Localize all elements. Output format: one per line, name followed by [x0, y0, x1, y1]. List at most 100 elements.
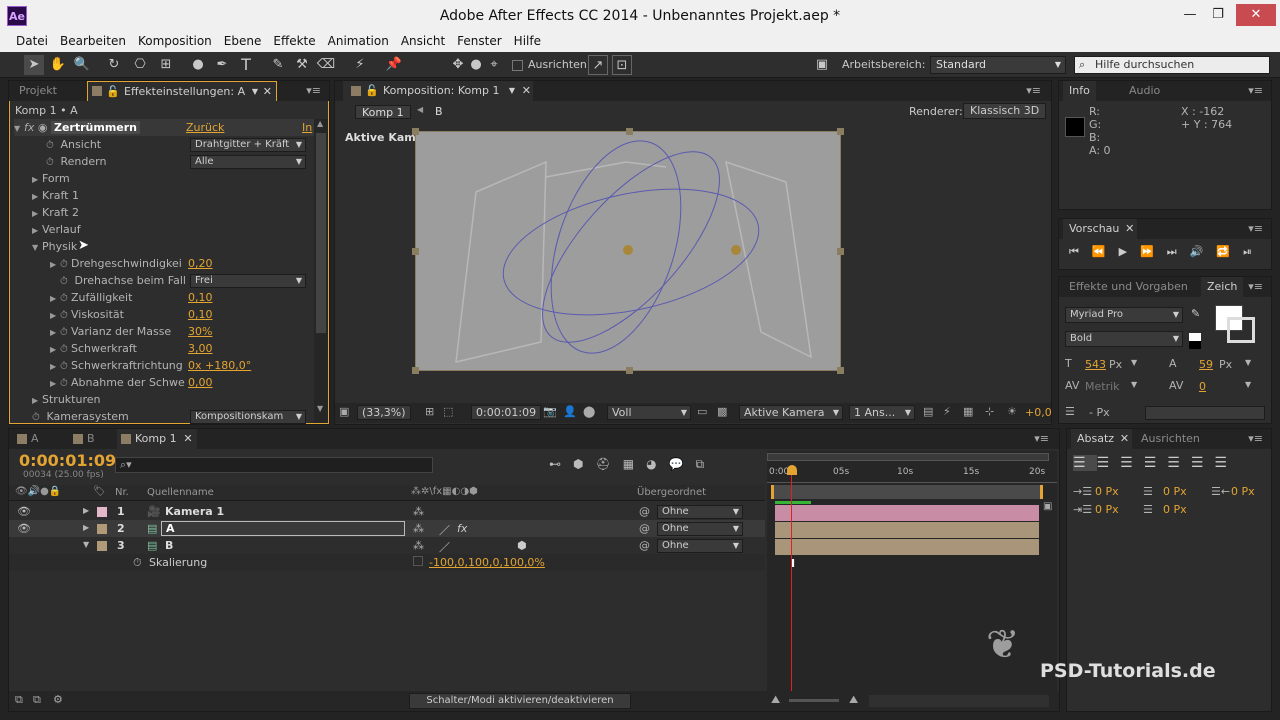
- minimize-button[interactable]: —: [1176, 4, 1204, 26]
- menu-ansicht[interactable]: Ansicht: [395, 32, 451, 50]
- hand-tool-icon[interactable]: ✋: [48, 55, 68, 75]
- mask-tool-icon[interactable]: ●: [188, 55, 208, 75]
- menu-ebene[interactable]: Ebene: [218, 32, 268, 50]
- view-layout-select[interactable]: 1 Ans... ▼: [849, 405, 915, 420]
- stroke-type-select[interactable]: [1145, 406, 1265, 420]
- parent-select[interactable]: Ohne ▼: [657, 505, 743, 519]
- layer-handle[interactable]: [837, 367, 844, 374]
- layer-handle[interactable]: [626, 128, 633, 135]
- label-color[interactable]: [97, 524, 107, 534]
- layer-bar-kamera[interactable]: [775, 505, 1039, 521]
- expand-arrow-icon[interactable]: ▶: [32, 171, 42, 188]
- tab-projekt[interactable]: Projekt: [13, 81, 63, 101]
- breadcrumb-komp1[interactable]: Komp 1: [355, 105, 411, 119]
- comp-viewer[interactable]: [412, 128, 844, 374]
- align-center-icon[interactable]: ☰: [1097, 455, 1121, 471]
- world-axis-icon[interactable]: ●: [466, 55, 486, 75]
- layer-handle[interactable]: [412, 128, 419, 135]
- playhead-handle[interactable]: [787, 465, 797, 475]
- tab-align[interactable]: Ausrichten: [1135, 429, 1206, 449]
- comp-button-icon[interactable]: ▣: [1043, 501, 1055, 581]
- expand-arrow-icon[interactable]: ▶: [50, 290, 60, 307]
- expand-arrow-icon[interactable]: ▶: [32, 222, 42, 239]
- effect-panel-scrollbar[interactable]: ▲ ▼: [314, 119, 328, 423]
- tab-effects-presets[interactable]: Effekte und Vorgaben: [1063, 277, 1194, 297]
- tab-paragraph[interactable]: Absatz ✕: [1071, 429, 1133, 449]
- tab-character[interactable]: Zeich: [1201, 277, 1244, 297]
- stroke-width-value[interactable]: - Px: [1089, 406, 1110, 419]
- brush-tool-icon[interactable]: ✎: [268, 55, 288, 75]
- fast-previews-icon[interactable]: ⚡: [943, 405, 951, 418]
- menu-komposition[interactable]: Komposition: [132, 32, 218, 50]
- space-after-value[interactable]: 0 Px: [1163, 503, 1187, 516]
- shy-switch-icon[interactable]: ⁂: [413, 522, 424, 535]
- shy-layers-icon[interactable]: ⛑: [595, 457, 622, 471]
- tracking-value[interactable]: 0: [1199, 380, 1206, 393]
- font-size-value[interactable]: 543: [1085, 358, 1106, 371]
- font-family-select[interactable]: Myriad Pro ▼: [1065, 307, 1183, 323]
- layer-handle[interactable]: [626, 367, 633, 374]
- expand-arrow-icon[interactable]: ▶: [32, 205, 42, 222]
- exposure-icon[interactable]: ☀: [1007, 405, 1017, 418]
- stopwatch-icon[interactable]: ⏱: [46, 154, 57, 171]
- prop-value[interactable]: 0,00: [188, 374, 213, 391]
- scroll-thumb[interactable]: [316, 133, 326, 333]
- quality-icon[interactable]: ／: [439, 522, 450, 538]
- always-preview-icon[interactable]: ▣: [339, 405, 349, 418]
- expand-arrow-icon[interactable]: ▶: [50, 256, 60, 273]
- camera-tool-icon[interactable]: ⎔: [130, 55, 150, 75]
- expand-arrow-icon[interactable]: ▶: [50, 375, 60, 392]
- layer-name[interactable]: B: [165, 539, 173, 552]
- panel-menu-icon[interactable]: ▾≡: [1248, 280, 1263, 293]
- panel-menu-icon[interactable]: ▾≡: [1248, 432, 1263, 445]
- close-tab-icon[interactable]: ✕: [1120, 429, 1129, 449]
- stopwatch-icon[interactable]: ⏱: [46, 137, 57, 154]
- chevron-down-icon[interactable]: ▼: [509, 81, 515, 101]
- expand-switches-icon[interactable]: ⧉: [15, 693, 23, 707]
- fx-icon[interactable]: fx: [24, 121, 34, 134]
- zoom-select[interactable]: (33,3%): [357, 405, 411, 420]
- menu-animation[interactable]: Animation: [322, 32, 395, 50]
- scroll-up-icon[interactable]: ▲: [317, 119, 323, 128]
- breadcrumb-b[interactable]: B: [435, 105, 443, 118]
- restore-button[interactable]: ❐: [1204, 4, 1232, 26]
- chevron-down-icon[interactable]: ▼: [252, 82, 258, 102]
- expand-arrow-icon[interactable]: ▶: [50, 358, 60, 375]
- effect-switch-icon[interactable]: fx: [457, 522, 467, 535]
- panel-menu-icon[interactable]: ▾≡: [1248, 84, 1263, 97]
- expand-arrow-icon[interactable]: ▼: [83, 540, 89, 549]
- prop-value[interactable]: 0,10: [188, 306, 213, 323]
- shy-switch-icon[interactable]: ⁂: [413, 539, 424, 552]
- expand-arrow-icon[interactable]: ▶: [32, 188, 42, 205]
- eyedropper-icon[interactable]: ✎: [1191, 307, 1200, 320]
- timeline-timecode[interactable]: 0:00:01:09: [19, 451, 116, 470]
- justify-left-icon[interactable]: ☰: [1144, 455, 1168, 471]
- composition-mini-flowchart-icon[interactable]: ⊷: [549, 457, 573, 471]
- stroke-color-swatch[interactable]: [1227, 317, 1255, 343]
- label-color[interactable]: [97, 507, 107, 517]
- pickwhip-icon[interactable]: @: [639, 539, 650, 552]
- indent-left-value[interactable]: 0 Px: [1095, 485, 1119, 498]
- layer-name[interactable]: A: [161, 521, 405, 536]
- link-icon[interactable]: [413, 556, 423, 566]
- stopwatch-icon[interactable]: ⏱: [32, 409, 43, 426]
- visibility-icon[interactable]: 👁: [17, 505, 31, 518]
- lock-icon[interactable]: 🔓: [365, 81, 379, 101]
- tab-audio[interactable]: Audio: [1123, 81, 1166, 101]
- graph-editor-icon[interactable]: ⧉: [696, 457, 717, 471]
- prop-value[interactable]: 0,10: [188, 289, 213, 306]
- eraser-tool-icon[interactable]: ⌫: [316, 55, 336, 75]
- kerning-value[interactable]: Metrik: [1085, 380, 1120, 393]
- layer-bar-b[interactable]: [775, 539, 1039, 555]
- tab-effect-controls[interactable]: 🔓 Effekteinstellungen: A ▼ ✕: [87, 81, 277, 101]
- chevron-down-icon[interactable]: ▼: [1245, 380, 1251, 389]
- table-row[interactable]: 👁 ▶ 1 🎥 Kamera 1 ⁂ @ Ohne ▼: [9, 503, 765, 520]
- font-style-select[interactable]: Bold ▼: [1065, 331, 1183, 347]
- stopwatch-icon[interactable]: ⏱: [60, 307, 71, 324]
- work-area-bar[interactable]: [771, 485, 1043, 499]
- expand-arrow-icon[interactable]: ▼: [32, 239, 42, 256]
- resolution-select[interactable]: Voll ▼: [607, 405, 691, 420]
- quality-icon[interactable]: ／: [439, 539, 450, 555]
- space-before-value[interactable]: 0 Px: [1095, 503, 1119, 516]
- pen-tool-icon[interactable]: ✒: [212, 55, 232, 75]
